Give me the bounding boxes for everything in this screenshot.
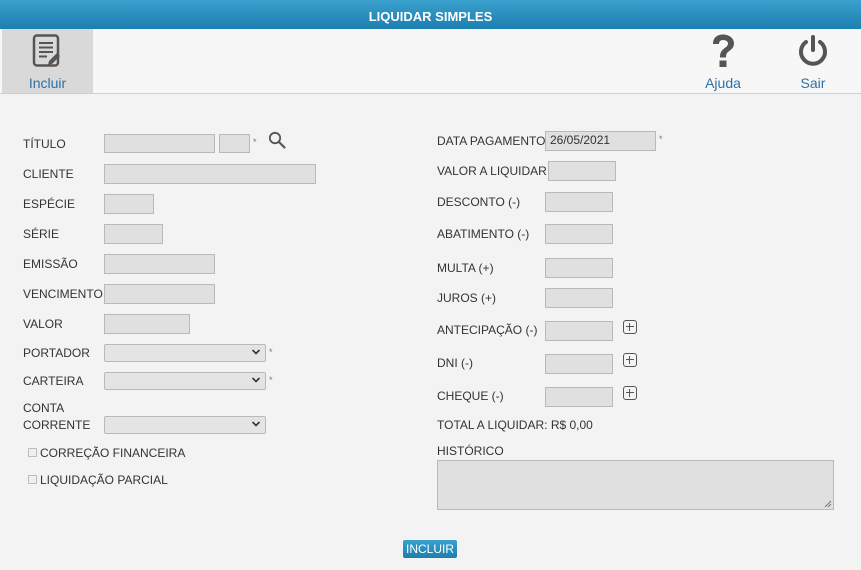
- incluir-submit-button[interactable]: INCLUIR: [403, 540, 457, 558]
- ajuda-label: Ajuda: [705, 75, 741, 91]
- document-edit-icon: [32, 34, 60, 67]
- chevron-down-icon: [251, 421, 261, 427]
- antecipacao-input[interactable]: [545, 321, 613, 341]
- titulo-required-mark: *: [253, 137, 257, 147]
- valor-input[interactable]: [104, 314, 190, 334]
- window-title: LIQUIDAR SIMPLES: [0, 0, 861, 30]
- incluir-tool-button[interactable]: Incluir: [2, 29, 93, 93]
- power-icon: [799, 35, 827, 66]
- conta-corrente-select[interactable]: [104, 416, 266, 434]
- total-liquidar-text: TOTAL A LIQUIDAR: R$ 0,00: [437, 418, 593, 432]
- incluir-tool-label: Incluir: [28, 75, 67, 91]
- cheque-add-icon[interactable]: [623, 386, 637, 400]
- cliente-input[interactable]: [104, 164, 316, 184]
- data-pagamento-required-mark: *: [659, 134, 663, 144]
- portador-select[interactable]: [104, 344, 266, 362]
- antecipacao-add-icon[interactable]: [623, 320, 637, 334]
- carteira-required-mark: *: [269, 375, 273, 385]
- emissao-input[interactable]: [104, 254, 215, 274]
- chevron-down-icon: [251, 377, 261, 383]
- dni-label: DNI (-): [437, 356, 473, 370]
- historico-label: HISTÓRICO: [437, 444, 504, 458]
- multa-label: MULTA (+): [437, 261, 494, 275]
- conta-corrente-label-line2: CORRENTE: [23, 418, 91, 432]
- vencimento-input[interactable]: [104, 284, 215, 304]
- liquidacao-parcial-checkbox[interactable]: [28, 475, 37, 484]
- emissao-label: EMISSÃO: [23, 257, 78, 271]
- sair-button[interactable]: Sair: [790, 29, 836, 93]
- valor-label: VALOR: [23, 317, 63, 331]
- desconto-label: DESCONTO (-): [437, 195, 521, 209]
- correcao-financeira-checkbox[interactable]: [28, 448, 37, 457]
- juros-label: JUROS (+): [437, 291, 497, 305]
- portador-required-mark: *: [269, 347, 273, 357]
- multa-input[interactable]: [545, 258, 613, 278]
- conta-corrente-label-line1: CONTA: [23, 401, 65, 415]
- cliente-label: CLIENTE: [23, 167, 74, 181]
- historico-textarea[interactable]: [437, 460, 834, 510]
- sair-label: Sair: [800, 75, 826, 91]
- vencimento-label: VENCIMENTO: [23, 287, 103, 301]
- abatimento-label: ABATIMENTO (-): [437, 227, 530, 241]
- juros-input[interactable]: [545, 288, 613, 308]
- titulo-parcela-input[interactable]: [219, 134, 250, 153]
- liquidacao-parcial-label: LIQUIDAÇÃO PARCIAL: [40, 473, 168, 487]
- data-pagamento-input[interactable]: 26/05/2021: [545, 131, 656, 151]
- titulo-input[interactable]: [104, 134, 215, 153]
- question-mark-icon: [713, 34, 734, 67]
- valor-liquidar-input[interactable]: [548, 161, 616, 181]
- carteira-label: CARTEIRA: [23, 374, 84, 388]
- chevron-down-icon: [251, 349, 261, 355]
- cheque-label: CHEQUE (-): [437, 389, 504, 403]
- dni-add-icon[interactable]: [623, 353, 637, 367]
- search-icon[interactable]: [268, 131, 286, 149]
- titulo-label: TÍTULO: [23, 137, 66, 151]
- data-pagamento-label: DATA PAGAMENTO: [437, 134, 546, 148]
- antecipacao-label: ANTECIPAÇÃO (-): [437, 323, 538, 337]
- especie-label: ESPÉCIE: [23, 197, 76, 211]
- cheque-input[interactable]: [545, 387, 613, 407]
- portador-label: PORTADOR: [23, 346, 90, 360]
- valor-liquidar-label: VALOR A LIQUIDAR: [437, 164, 547, 178]
- dni-input[interactable]: [545, 354, 613, 374]
- desconto-input[interactable]: [545, 192, 613, 212]
- ajuda-button[interactable]: Ajuda: [700, 29, 746, 93]
- abatimento-input[interactable]: [545, 224, 613, 244]
- serie-input[interactable]: [104, 224, 163, 244]
- serie-label: SÉRIE: [23, 227, 60, 241]
- toolbar: Incluir Ajuda Sair: [0, 29, 861, 94]
- carteira-select[interactable]: [104, 372, 266, 390]
- resize-grip-icon[interactable]: [824, 500, 832, 508]
- correcao-financeira-label: CORREÇÃO FINANCEIRA: [40, 446, 186, 460]
- especie-input[interactable]: [104, 194, 154, 214]
